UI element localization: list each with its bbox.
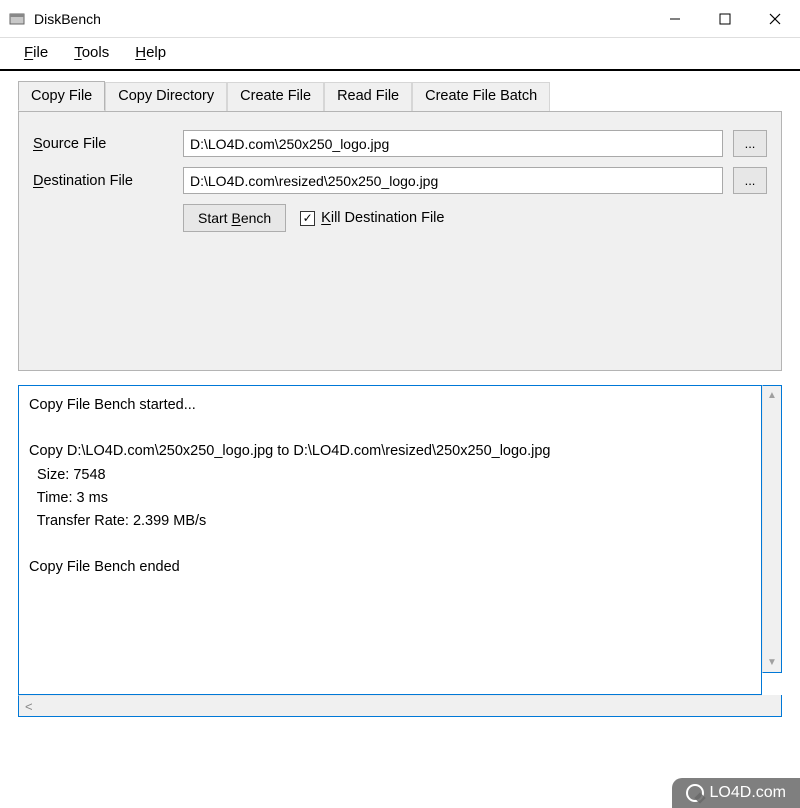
scroll-up-icon: ▲ [767, 390, 777, 401]
tab-read-file[interactable]: Read File [324, 82, 412, 112]
menu-tools[interactable]: Tools [74, 44, 109, 61]
tabpanel-copy-file: Source File ... Destination File ... Sta… [18, 111, 782, 371]
watermark-icon [686, 784, 704, 802]
app-icon [8, 10, 26, 28]
output-line: Copy File Bench started... [29, 397, 196, 413]
tab-copy-directory[interactable]: Copy Directory [105, 82, 227, 112]
maximize-button[interactable] [700, 0, 750, 37]
menu-help[interactable]: Help [135, 44, 166, 61]
menubar: File Tools Help [0, 38, 800, 71]
window-controls [650, 0, 800, 37]
output-line: Time: 3 ms [29, 490, 108, 506]
menu-file[interactable]: File [24, 44, 48, 61]
output-line: Transfer Rate: 2.399 MB/s [29, 513, 206, 529]
scroll-down-icon: ▼ [767, 657, 777, 668]
window-title: DiskBench [34, 11, 101, 27]
output-panel: Copy File Bench started... Copy D:\LO4D.… [18, 385, 782, 717]
scroll-left-icon: < [25, 699, 33, 714]
scrollbar-corner [762, 695, 782, 717]
source-file-input[interactable] [183, 130, 723, 157]
destination-browse-button[interactable]: ... [733, 167, 767, 194]
destination-file-label: Destination File [33, 173, 173, 189]
titlebar: DiskBench [0, 0, 800, 38]
close-button[interactable] [750, 0, 800, 37]
output-line: Copy D:\LO4D.com\250x250_logo.jpg to D:\… [29, 443, 551, 459]
tab-copy-file[interactable]: Copy File [18, 81, 105, 111]
output-line: Size: 7548 [29, 467, 106, 483]
watermark-text: LO4D.com [710, 784, 786, 802]
checkbox-icon: ✓ [300, 211, 315, 226]
output-textarea[interactable]: Copy File Bench started... Copy D:\LO4D.… [18, 385, 762, 695]
tab-create-file-batch[interactable]: Create File Batch [412, 82, 550, 112]
kill-destination-label: Kill Destination File [321, 210, 444, 226]
start-bench-button[interactable]: Start Bench [183, 204, 286, 232]
tabstrip: Copy File Copy Directory Create File Rea… [18, 81, 782, 111]
kill-destination-checkbox[interactable]: ✓ Kill Destination File [300, 210, 444, 226]
horizontal-scrollbar[interactable]: < > [18, 695, 782, 717]
tab-create-file[interactable]: Create File [227, 82, 324, 112]
source-browse-button[interactable]: ... [733, 130, 767, 157]
source-file-label: Source File [33, 136, 173, 152]
watermark: LO4D.com [672, 778, 800, 808]
destination-file-input[interactable] [183, 167, 723, 194]
output-line: Copy File Bench ended [29, 559, 180, 575]
vertical-scrollbar[interactable]: ▲ ▼ [762, 385, 782, 673]
minimize-button[interactable] [650, 0, 700, 37]
